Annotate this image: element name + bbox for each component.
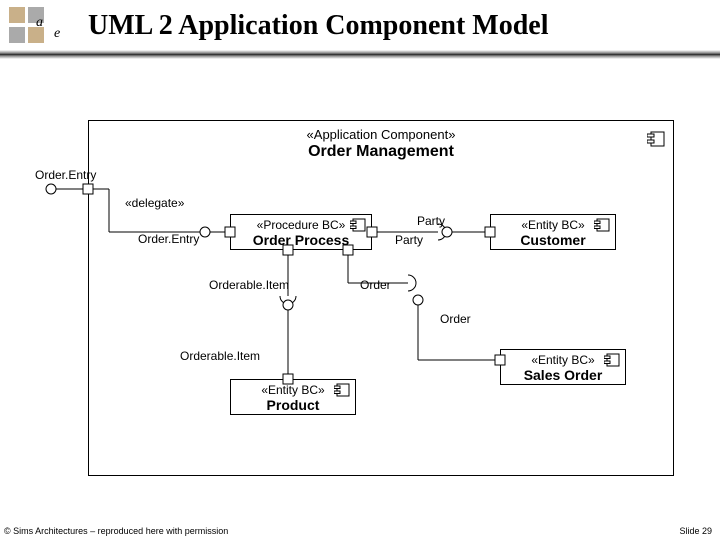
order-right-label: Order (360, 278, 391, 292)
component-order-process: «Procedure BC» Order Process (230, 214, 372, 250)
slide-number: Slide 29 (679, 526, 712, 536)
header-divider (0, 50, 720, 59)
footer-credit: © Sims Architectures – reproduced here w… (4, 526, 228, 536)
delegate-label: «delegate» (125, 196, 184, 210)
orderable-item-bottom-label: Orderable.Item (180, 349, 260, 363)
slide-header: a e UML 2 Application Component Model (0, 0, 720, 52)
order-entry-iface-label: Order.Entry (138, 232, 199, 246)
component-name: Order Process (231, 232, 371, 248)
outer-stereotype: «Application Component» (89, 127, 673, 142)
orderable-item-top-label: Orderable.Item (209, 278, 289, 292)
component-sales-order: «Entity BC» Sales Order (500, 349, 626, 385)
svg-text:a: a (36, 15, 43, 30)
component-icon (594, 218, 612, 234)
component-icon (350, 218, 368, 234)
component-name: Sales Order (501, 367, 625, 383)
outer-component: «Application Component» Order Management (88, 120, 674, 476)
slide-title: UML 2 Application Component Model (88, 10, 548, 42)
component-customer: «Entity BC» Customer (490, 214, 616, 250)
component-icon (334, 383, 352, 399)
party-port-label: Party (395, 233, 423, 247)
component-name: Product (231, 397, 355, 413)
component-icon (647, 131, 665, 147)
order-below-label: Order (440, 312, 471, 326)
component-name: Customer (491, 232, 615, 248)
component-icon (604, 353, 622, 369)
party-top-label: Party (417, 214, 445, 228)
logo-icon: a e (8, 7, 64, 45)
component-product: «Entity BC» Product (230, 379, 356, 415)
outer-port-label: Order.Entry (35, 168, 96, 182)
svg-text:e: e (54, 26, 60, 41)
outer-name: Order Management (89, 143, 673, 161)
